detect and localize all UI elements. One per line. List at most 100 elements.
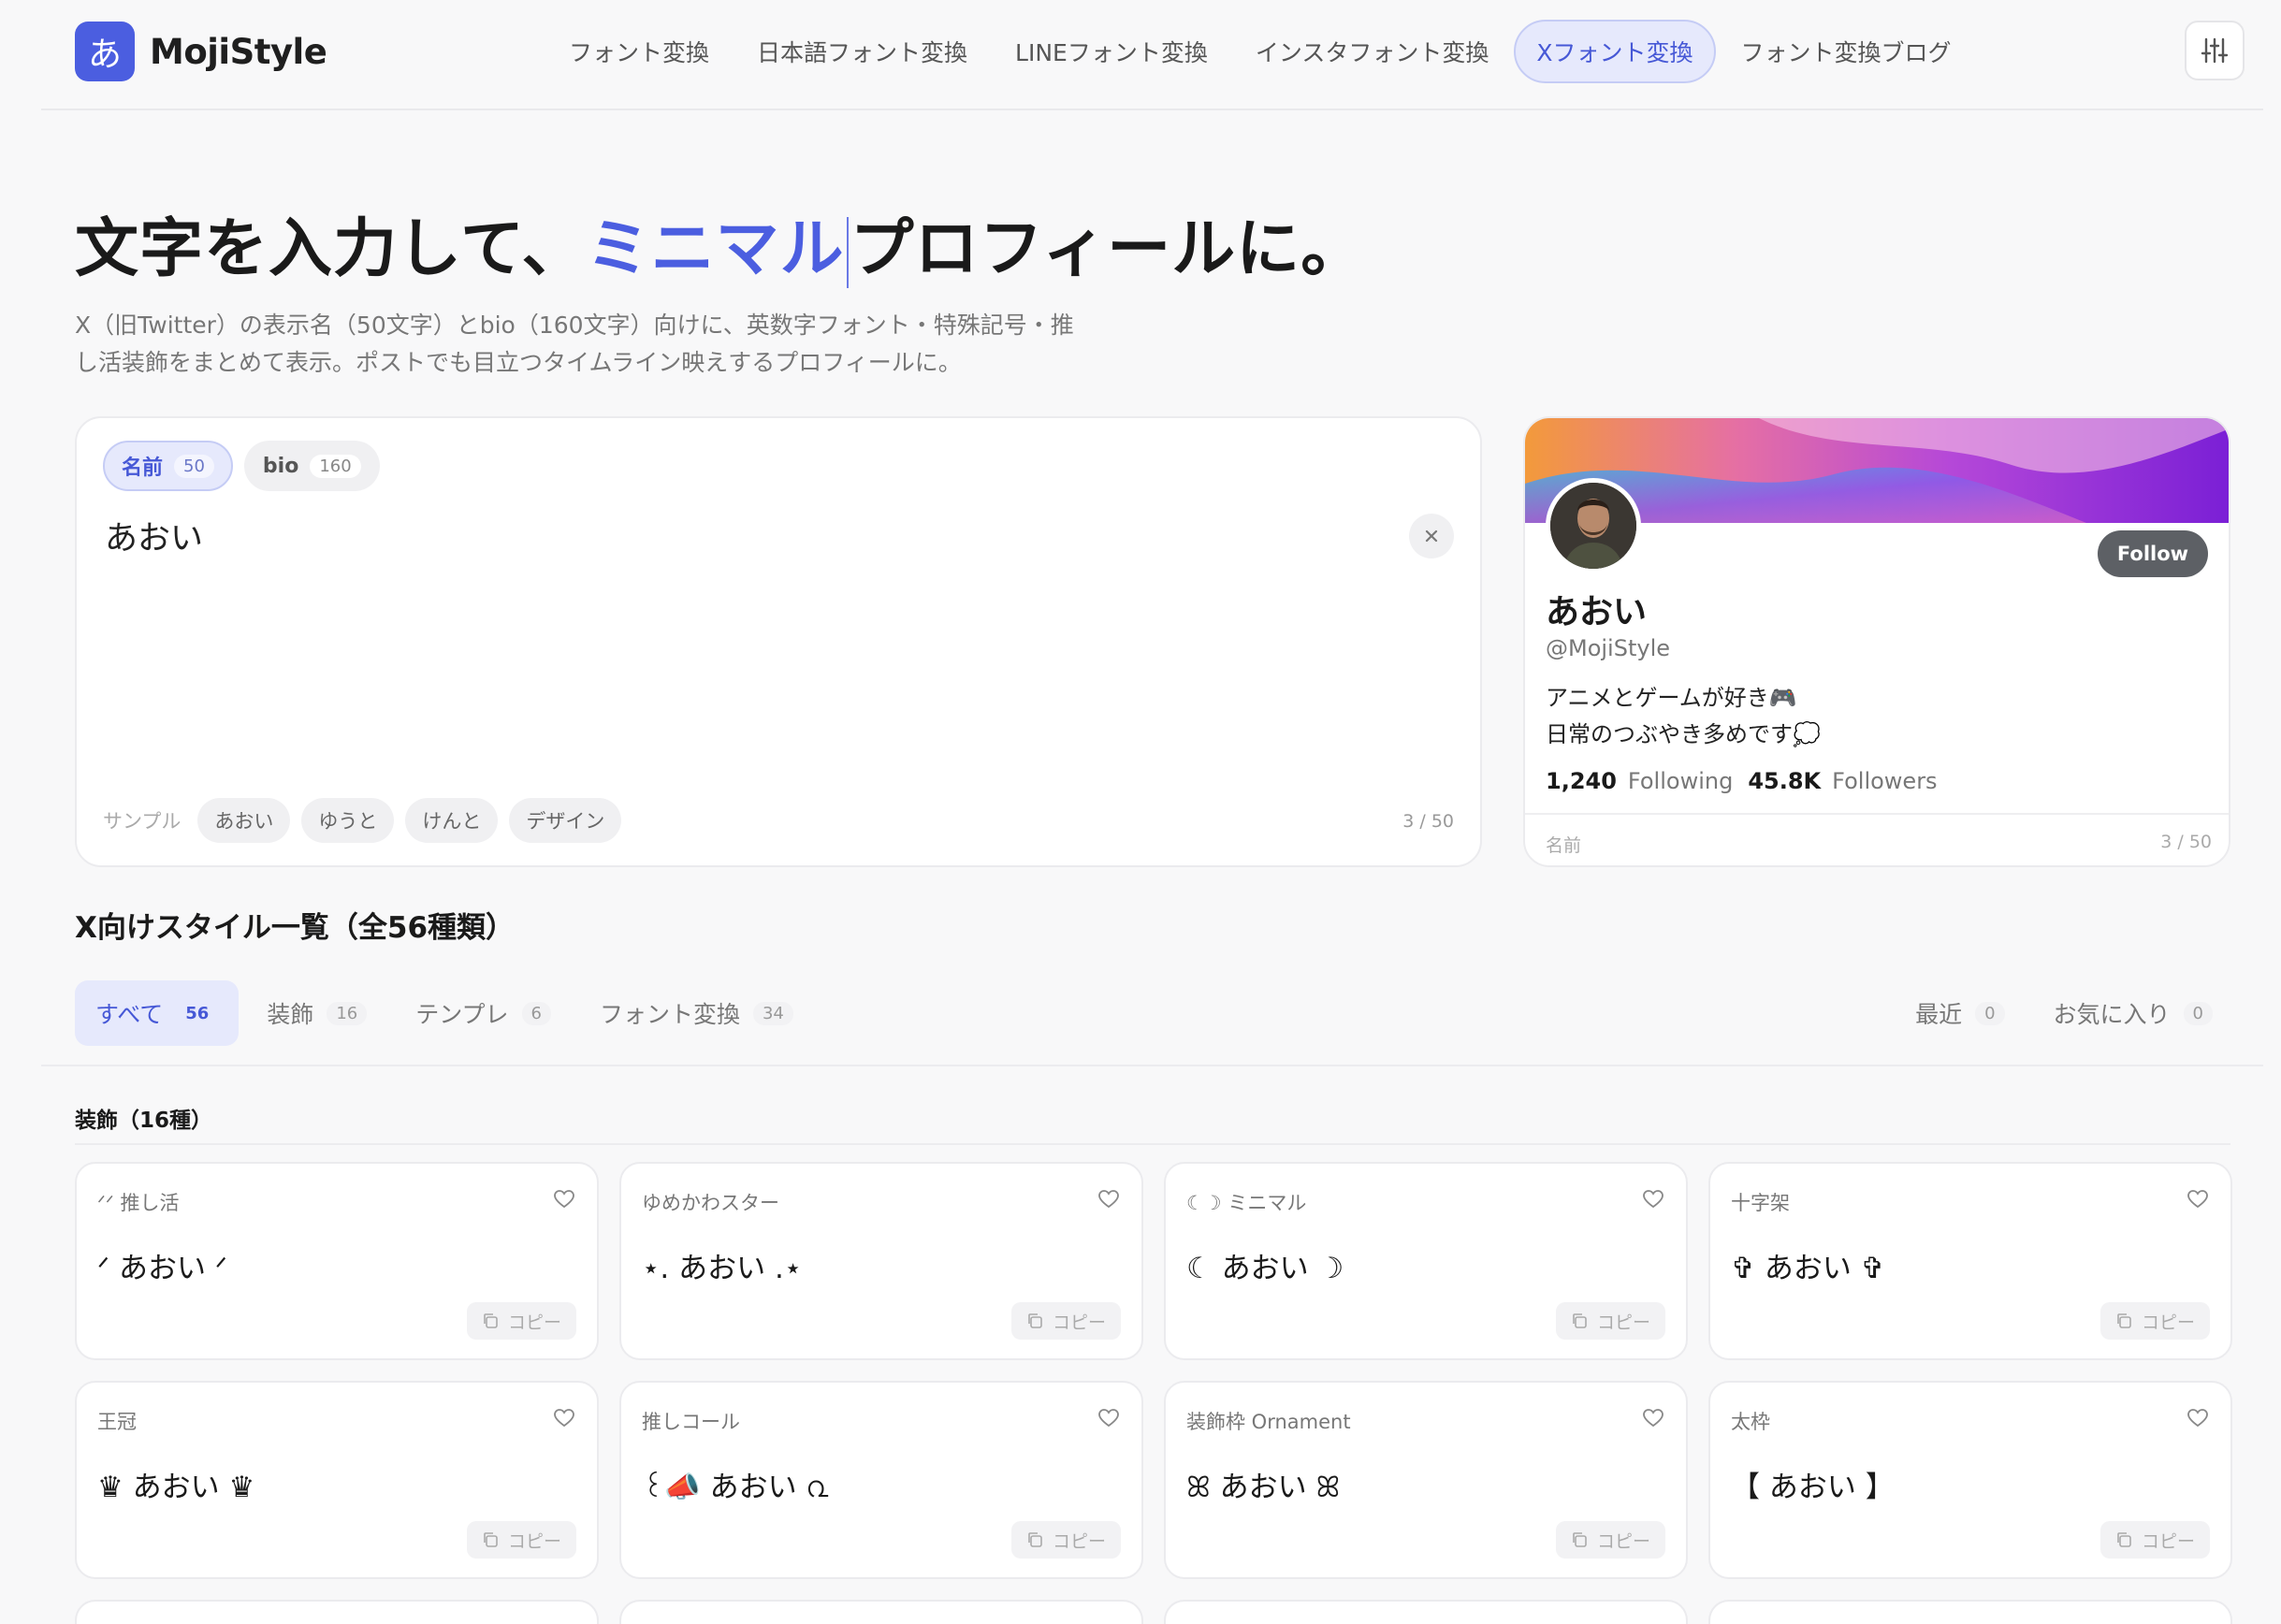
samples-label: サンプル xyxy=(103,810,182,833)
heart-icon[interactable] xyxy=(1098,1190,1119,1209)
copy-label: コピー xyxy=(507,1530,561,1552)
copy-icon xyxy=(2117,1313,2131,1328)
filter-tab-recent[interactable]: 最近 0 xyxy=(1895,980,2025,1046)
filter-count: 0 xyxy=(1975,1001,2005,1025)
hero-description: X（旧Twitter）の表示名（50文字）とbio（160文字）向けに、英数字フ… xyxy=(75,307,1113,382)
filter-tab-all[interactable]: すべて 56 xyxy=(75,980,240,1046)
nav-japanese-font-convert[interactable]: 日本語フォント変換 xyxy=(734,20,990,83)
site-logo[interactable]: あ MojiStyle xyxy=(75,22,327,81)
tab-label: bio xyxy=(262,454,299,478)
follow-button[interactable]: Follow xyxy=(2098,530,2208,577)
style-card[interactable]: 装飾枠 Ornament ꕤ あおい ꕤ コピー xyxy=(1164,1381,1688,1579)
copy-button[interactable]: コピー xyxy=(1555,1302,1665,1340)
sample-chip[interactable]: デザイン xyxy=(509,798,622,843)
copy-button[interactable]: コピー xyxy=(466,1302,576,1340)
copy-button[interactable]: コピー xyxy=(466,1521,576,1559)
style-preview: 【 あおい 】 xyxy=(1731,1471,1895,1504)
nav-font-convert[interactable]: フォント変換 xyxy=(546,20,732,83)
main-nav: フォント変換 日本語フォント変換 LINEフォント変換 インスタフォント変換 X… xyxy=(546,20,1977,83)
style-card[interactable] xyxy=(619,1600,1143,1624)
profile-stats: 1,240 Following 45.8K Followers xyxy=(1546,768,1953,794)
style-name: 装飾枠 Ornament xyxy=(1186,1411,1351,1433)
sample-chip[interactable]: けんと xyxy=(405,798,499,843)
heart-icon[interactable] xyxy=(2187,1190,2208,1209)
hero-desc-line-1: X（旧Twitter）の表示名（50文字）とbio（160文字）向けに、英数字フ… xyxy=(75,312,1074,339)
style-card[interactable]: 太枠 【 あおい 】 コピー xyxy=(1708,1381,2232,1579)
nav-insta-font-convert[interactable]: インスタフォント変換 xyxy=(1233,20,1512,83)
style-card[interactable] xyxy=(75,1600,599,1624)
heart-icon[interactable] xyxy=(2187,1409,2208,1428)
logo-mark: あ xyxy=(75,22,135,81)
nav-x-font-convert[interactable]: Xフォント変換 xyxy=(1514,20,1716,83)
tab-count: 50 xyxy=(174,454,214,478)
clear-button[interactable] xyxy=(1409,514,1454,558)
profile-footer: 名前 3 / 50 xyxy=(1525,813,2229,865)
filter-tab-favorites[interactable]: お気に入り 0 xyxy=(2033,980,2233,1046)
copy-label: コピー xyxy=(1596,1530,1650,1552)
bio-line-2: 日常のつぶやき多めです💭 xyxy=(1546,721,1821,747)
styles-section-title: X向けスタイル一覧（全56種類） xyxy=(75,911,516,945)
style-card[interactable]: 十字架 ✞ あおい ✞ コピー xyxy=(1708,1162,2232,1360)
followers-count: 45.8K xyxy=(1748,768,1822,794)
profile-display-name: あおい xyxy=(1546,593,1648,631)
style-preview: ♛ あおい ♛ xyxy=(97,1471,255,1504)
style-name: ᐟᐟ 推し活 xyxy=(97,1192,180,1214)
style-card[interactable]: ᐟᐟ 推し活 ᐟ あおい ᐟ コピー xyxy=(75,1162,599,1360)
sample-chip[interactable]: あおい xyxy=(197,798,291,843)
filter-count: 56 xyxy=(185,1003,210,1023)
style-preview: ᐟ あおい ᐟ xyxy=(97,1252,227,1285)
filter-tab-template[interactable]: テンプレ 6 xyxy=(395,980,572,1046)
hero-title-accent: ミニマル xyxy=(586,212,845,286)
nav-font-blog[interactable]: フォント変換ブログ xyxy=(1719,20,1974,83)
tab-bio-field[interactable]: bio 160 xyxy=(243,441,380,491)
heart-icon[interactable] xyxy=(1643,1190,1664,1209)
style-card[interactable] xyxy=(1708,1600,2232,1624)
heart-icon[interactable] xyxy=(1643,1409,1664,1428)
copy-label: コピー xyxy=(1596,1312,1650,1333)
group-title-decoration: 装飾（16種） xyxy=(75,1109,213,1133)
heart-icon[interactable] xyxy=(554,1190,574,1209)
copy-button[interactable]: コピー xyxy=(1010,1521,1121,1559)
char-count: 3 / 50 xyxy=(1402,811,1454,832)
nav-line-font-convert[interactable]: LINEフォント変換 xyxy=(993,20,1230,83)
style-card[interactable]: 王冠 ♛ あおい ♛ コピー xyxy=(75,1381,599,1579)
style-preview: ☾ あおい ☽ xyxy=(1186,1252,1344,1285)
copy-button[interactable]: コピー xyxy=(1010,1302,1121,1340)
style-card[interactable]: ☾☽ ミニマル ☾ あおい ☽ コピー xyxy=(1164,1162,1688,1360)
style-card[interactable]: 推しコール ꒰📣 あおい ൨ コピー xyxy=(619,1381,1143,1579)
tab-name-field[interactable]: 名前 50 xyxy=(103,441,233,491)
copy-label: コピー xyxy=(507,1312,561,1333)
style-name: ゆめかわスター xyxy=(642,1192,779,1214)
filter-tab-decoration[interactable]: 装飾 16 xyxy=(246,980,387,1046)
profile-handle: @MojiStyle xyxy=(1546,635,1671,661)
filter-tab-font-convert[interactable]: フォント変換 34 xyxy=(579,980,814,1046)
filter-label: 装飾 xyxy=(267,1001,314,1028)
copy-icon xyxy=(1028,1313,1042,1328)
style-filter-bar: すべて 56 装飾 16 テンプレ 6 フォント変換 34 最近 0 お気に入り… xyxy=(41,973,2263,1066)
style-name: 太枠 xyxy=(1731,1411,1770,1433)
heart-icon[interactable] xyxy=(554,1409,574,1428)
style-name: ☾☽ ミニマル xyxy=(1186,1192,1307,1214)
hero-title-after: プロフィールに。 xyxy=(850,212,1366,286)
hero-desc-line-2: し活装飾をまとめて表示。ポストでも目立つタイムライン映えするプロフィールに。 xyxy=(75,349,962,376)
filter-count: 34 xyxy=(752,1001,793,1025)
following-count: 1,240 xyxy=(1546,768,1617,794)
style-name: 十字架 xyxy=(1731,1192,1790,1214)
followers-label: Followers xyxy=(1832,768,1938,794)
copy-button[interactable]: コピー xyxy=(2099,1302,2210,1340)
settings-button[interactable] xyxy=(2185,21,2245,80)
filter-count: 0 xyxy=(2183,1001,2213,1025)
style-preview: ⋆. あおい .⋆ xyxy=(642,1252,803,1285)
style-card[interactable]: ゆめかわスター ⋆. あおい .⋆ コピー xyxy=(619,1162,1143,1360)
copy-button[interactable]: コピー xyxy=(1555,1521,1665,1559)
copy-label: コピー xyxy=(2141,1312,2195,1333)
hero-title-before: 文字を入力して、 xyxy=(75,212,587,286)
style-card[interactable] xyxy=(1164,1600,1688,1624)
bio-line-1: アニメとゲームが好き🎮 xyxy=(1546,685,1797,711)
tab-label: 名前 xyxy=(122,457,164,480)
copy-icon xyxy=(484,1532,498,1547)
text-input[interactable]: あおい xyxy=(105,512,203,559)
copy-button[interactable]: コピー xyxy=(2099,1521,2210,1559)
sample-chip[interactable]: ゆうと xyxy=(301,798,395,843)
heart-icon[interactable] xyxy=(1098,1409,1119,1428)
